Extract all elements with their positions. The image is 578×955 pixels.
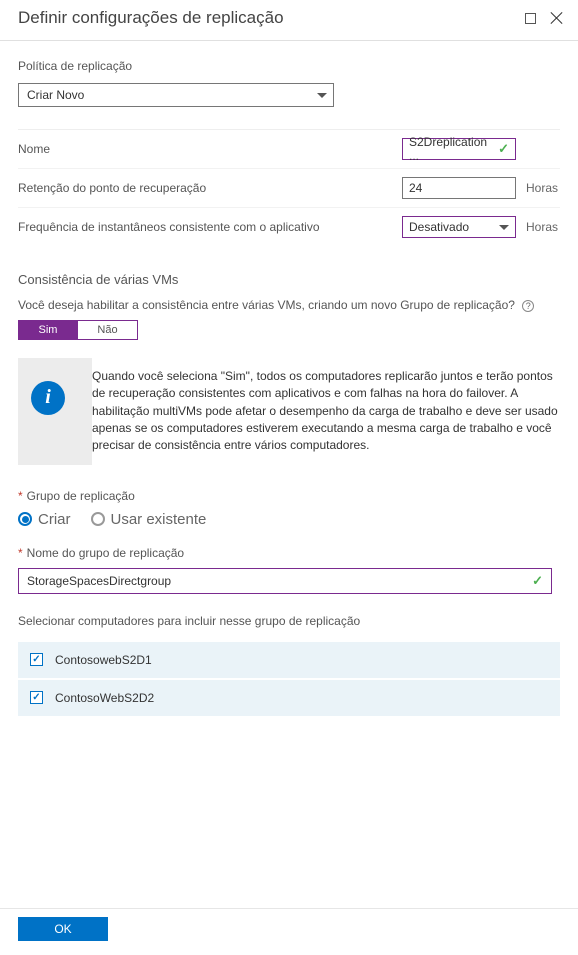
retention-input[interactable]: 24 bbox=[402, 177, 516, 199]
name-input[interactable]: S2Dreplication ... ✓ bbox=[402, 138, 516, 160]
policy-value: Criar Novo bbox=[27, 88, 84, 102]
policy-label: Política de replicação bbox=[18, 59, 560, 73]
group-name-input[interactable]: StorageSpacesDirectgroup ✓ bbox=[18, 568, 552, 594]
toggle-no[interactable]: Não bbox=[78, 320, 138, 340]
group-label-text: Grupo de replicação bbox=[27, 489, 135, 503]
chevron-down-icon bbox=[317, 93, 327, 98]
group-label: * Grupo de replicação bbox=[18, 489, 560, 503]
blade-content: Política de replicação Criar Novo Nome S… bbox=[0, 41, 578, 716]
multivm-question: Você deseja habilitar a consistência ent… bbox=[18, 297, 560, 314]
multivm-title: Consistência de várias VMs bbox=[18, 272, 560, 287]
computer-name: ContosowebS2D1 bbox=[55, 653, 152, 667]
radio-icon-unchecked bbox=[91, 512, 105, 526]
retention-value: 24 bbox=[409, 181, 422, 195]
check-icon: ✓ bbox=[498, 141, 509, 157]
info-icon: i bbox=[31, 381, 65, 415]
close-icon[interactable] bbox=[550, 11, 564, 25]
info-text: Quando você seleciona "Sim", todos os co… bbox=[92, 358, 560, 465]
checkbox-checked[interactable] bbox=[30, 653, 43, 666]
name-value: S2Dreplication ... bbox=[409, 135, 498, 163]
row-name: Nome S2Dreplication ... ✓ bbox=[18, 130, 560, 168]
multivm-question-text: Você deseja habilitar a consistência ent… bbox=[18, 298, 515, 312]
checkbox-checked[interactable] bbox=[30, 691, 43, 704]
select-computers-label: Selecionar computadores para incluir nes… bbox=[18, 614, 560, 628]
blade-title: Definir configurações de replicação bbox=[18, 8, 284, 28]
required-marker: * bbox=[18, 546, 23, 560]
group-radio-row: Criar Usar existente bbox=[18, 511, 560, 528]
freq-label: Frequência de instantâneos consistente c… bbox=[18, 220, 320, 234]
radio-existing-label: Usar existente bbox=[111, 511, 207, 528]
form-rows: Nome S2Dreplication ... ✓ Retenção do po… bbox=[18, 129, 560, 246]
info-icon-col: i bbox=[18, 358, 78, 438]
freq-value: Desativado bbox=[409, 220, 469, 234]
help-icon[interactable]: ? bbox=[522, 300, 534, 312]
radio-create[interactable]: Criar bbox=[18, 511, 71, 528]
row-retention: Retenção do ponto de recuperação 24 Hora… bbox=[18, 168, 560, 207]
radio-create-label: Criar bbox=[38, 511, 71, 528]
policy-dropdown[interactable]: Criar Novo bbox=[18, 83, 334, 107]
freq-dropdown[interactable]: Desativado bbox=[402, 216, 516, 238]
multivm-toggle: Sim Não bbox=[18, 320, 560, 340]
toggle-yes[interactable]: Sim bbox=[18, 320, 78, 340]
group-name-value: StorageSpacesDirectgroup bbox=[27, 574, 171, 588]
ok-button[interactable]: OK bbox=[18, 917, 108, 941]
freq-unit: Horas bbox=[526, 220, 560, 234]
radio-icon-checked bbox=[18, 512, 32, 526]
maximize-icon[interactable] bbox=[525, 13, 536, 24]
computer-row[interactable]: ContosoWebS2D2 bbox=[18, 680, 560, 716]
name-label: Nome bbox=[18, 142, 50, 156]
computer-name: ContosoWebS2D2 bbox=[55, 691, 154, 705]
radio-existing[interactable]: Usar existente bbox=[91, 511, 207, 528]
retention-unit: Horas bbox=[526, 181, 560, 195]
blade-header: Definir configurações de replicação bbox=[0, 0, 578, 41]
info-banner: i Quando você seleciona "Sim", todos os … bbox=[18, 358, 560, 465]
check-icon: ✓ bbox=[532, 573, 543, 589]
required-marker: * bbox=[18, 489, 23, 503]
row-freq: Frequência de instantâneos consistente c… bbox=[18, 207, 560, 246]
multivm-section: Consistência de várias VMs Você deseja h… bbox=[18, 272, 560, 465]
computer-row[interactable]: ContosowebS2D1 bbox=[18, 642, 560, 678]
chevron-down-icon bbox=[499, 225, 509, 230]
header-controls bbox=[525, 11, 564, 25]
group-name-label-text: Nome do grupo de replicação bbox=[27, 546, 184, 560]
info-letter: i bbox=[45, 386, 51, 409]
group-name-label: * Nome do grupo de replicação bbox=[18, 546, 560, 560]
footer: OK bbox=[0, 908, 578, 955]
retention-label: Retenção do ponto de recuperação bbox=[18, 181, 206, 195]
